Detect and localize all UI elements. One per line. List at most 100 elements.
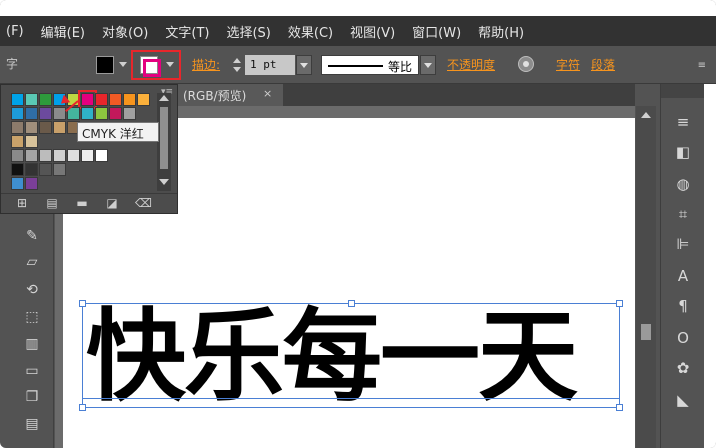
free-transform-tool-icon[interactable]: ⬚ — [22, 308, 42, 326]
color-swatch[interactable] — [25, 135, 38, 148]
opentype-panel-icon[interactable]: O — [673, 328, 693, 348]
swatch-scroll-down-icon[interactable] — [159, 179, 169, 185]
color-swatch[interactable] — [53, 121, 66, 134]
menu-icon[interactable]: ≡ — [673, 112, 693, 132]
rotate-tool-icon[interactable]: ⟲ — [22, 281, 42, 299]
selection-handle-bl[interactable] — [79, 404, 86, 411]
control-menu-icon[interactable]: ≡ — [698, 60, 706, 71]
menu-edit[interactable]: 编辑(E) — [41, 22, 85, 41]
color-swatch[interactable] — [11, 135, 24, 148]
text-selection-frame[interactable] — [82, 303, 620, 408]
color-swatch[interactable] — [39, 149, 52, 162]
color-swatch[interactable] — [137, 93, 150, 106]
document-tab[interactable]: (RGB/预览) × — [175, 84, 283, 106]
folder-icon[interactable]: ▬ — [75, 196, 89, 210]
selection-handle-tc[interactable] — [348, 300, 355, 307]
transparency-panel-icon[interactable]: ◍ — [673, 174, 693, 194]
opacity-panel-link[interactable]: 不透明度 — [447, 56, 495, 73]
color-swatch[interactable] — [25, 93, 38, 106]
fill-color-swatch[interactable] — [96, 56, 114, 74]
grid-icon[interactable]: ⊞ — [15, 196, 29, 210]
symbol-panel-icon[interactable]: ◣ — [673, 390, 693, 410]
menu-file[interactable]: (F) — [6, 24, 24, 39]
color-swatch[interactable] — [11, 107, 24, 120]
artboard-tool-icon[interactable]: ▭ — [22, 362, 42, 380]
color-guide-icon[interactable]: ✿ — [673, 358, 693, 378]
color-swatch[interactable] — [81, 149, 94, 162]
align-panel-icon[interactable]: ⊫ — [673, 234, 693, 254]
canvas-vertical-scrollbar[interactable] — [636, 106, 656, 448]
color-swatch[interactable] — [123, 93, 136, 106]
color-swatch[interactable] — [11, 177, 24, 190]
color-swatch[interactable] — [25, 107, 38, 120]
stroke-panel-link[interactable]: 描边: — [192, 56, 220, 73]
color-swatch[interactable] — [39, 163, 52, 176]
pencil-tool-icon[interactable]: ✎ — [22, 227, 42, 245]
gradient-panel-icon[interactable]: ◧ — [673, 142, 693, 162]
dock-header — [661, 84, 705, 98]
menu-view[interactable]: 视图(V) — [350, 22, 395, 41]
paragraph-panel-link[interactable]: 段落 — [591, 56, 615, 73]
color-swatch[interactable] — [11, 121, 24, 134]
color-swatch[interactable] — [53, 163, 66, 176]
menu-object[interactable]: 对象(O) — [102, 22, 148, 41]
selection-handle-tr[interactable] — [616, 300, 623, 307]
variable-width-profile[interactable]: 等比 — [321, 55, 419, 75]
profile-dropdown[interactable] — [420, 55, 436, 75]
color-swatch[interactable] — [53, 107, 66, 120]
menu-effect[interactable]: 效果(C) — [288, 22, 333, 41]
library-icon[interactable]: ▤ — [45, 196, 59, 210]
scroll-thumb[interactable] — [641, 324, 651, 340]
color-swatch[interactable] — [39, 121, 52, 134]
color-swatch[interactable] — [25, 149, 38, 162]
swatch-cmyk-magenta[interactable] — [78, 90, 97, 109]
menu-window[interactable]: 窗口(W) — [412, 22, 461, 41]
selection-handle-br[interactable] — [616, 404, 623, 411]
swatch-scrollbar[interactable] — [157, 93, 171, 191]
trash-icon[interactable]: ⌫ — [135, 196, 152, 210]
character-panel-icon[interactable]: A — [673, 266, 693, 286]
swatch-scroll-up-icon[interactable] — [159, 95, 169, 101]
graph-tool-icon[interactable]: ▥ — [22, 335, 42, 353]
stroke-dropdown-arrow-icon[interactable] — [166, 62, 174, 67]
color-swatch[interactable] — [109, 107, 122, 120]
color-swatch[interactable] — [95, 149, 108, 162]
color-swatch[interactable] — [39, 93, 52, 106]
color-swatch[interactable] — [53, 149, 66, 162]
color-swatch[interactable] — [11, 149, 24, 162]
stroke-weight-dropdown[interactable] — [296, 55, 312, 75]
color-swatch[interactable] — [25, 163, 38, 176]
transform-panel-icon[interactable]: ⌗ — [673, 204, 693, 224]
new-swatch-icon[interactable]: ◪ — [105, 196, 119, 210]
menu-help[interactable]: 帮助(H) — [478, 22, 524, 41]
column-graph-tool-icon[interactable]: ▤ — [22, 415, 42, 433]
color-swatch[interactable] — [109, 93, 122, 106]
swatch-scroll-thumb[interactable] — [160, 107, 168, 169]
color-swatch[interactable] — [81, 107, 94, 120]
stroke-weight-spinner-icon[interactable] — [232, 55, 242, 75]
stroke-weight-input[interactable]: 1 pt — [245, 55, 295, 75]
color-swatch[interactable] — [123, 107, 136, 120]
menu-type[interactable]: 文字(T) — [165, 22, 209, 41]
scroll-up-arrow-icon[interactable] — [641, 112, 651, 118]
eraser-tool-icon[interactable]: ▱ — [22, 253, 42, 271]
character-panel-link[interactable]: 字符 — [556, 56, 580, 73]
color-swatch[interactable] — [25, 177, 38, 190]
close-icon[interactable]: × — [263, 87, 272, 100]
paragraph-panel-icon[interactable]: ¶ — [673, 296, 693, 316]
color-swatch[interactable] — [11, 163, 24, 176]
document-tab-title: (RGB/预览) — [183, 89, 247, 103]
color-swatch[interactable] — [25, 121, 38, 134]
window-right-edge — [704, 84, 716, 448]
menu-select[interactable]: 选择(S) — [226, 22, 270, 41]
color-swatch[interactable] — [67, 149, 80, 162]
color-swatch[interactable] — [95, 93, 108, 106]
recolor-icon[interactable] — [518, 56, 534, 72]
color-swatch[interactable] — [95, 107, 108, 120]
color-swatch[interactable] — [11, 93, 24, 106]
slice-tool-icon[interactable]: ❐ — [22, 388, 42, 406]
selection-handle-tl[interactable] — [79, 300, 86, 307]
stroke-color-swatch[interactable] — [140, 56, 161, 77]
fill-dropdown-arrow-icon[interactable] — [119, 62, 127, 67]
color-swatch[interactable] — [39, 107, 52, 120]
